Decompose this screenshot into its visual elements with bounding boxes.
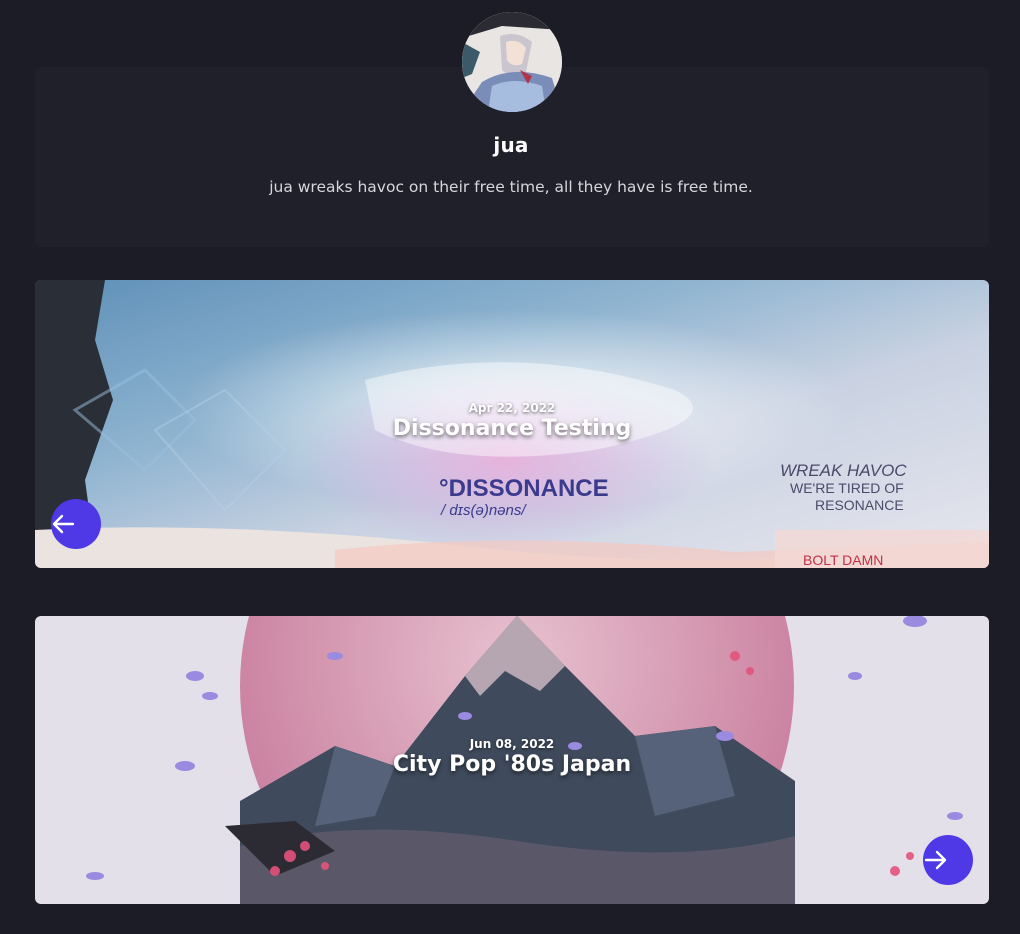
avatar-illustration <box>462 12 562 112</box>
post-card-dissonance-testing[interactable]: °DISSONANCE / dɪs(ə)nəns/ WREAK HAVOC WE… <box>35 280 989 568</box>
post-title[interactable]: Dissonance Testing <box>35 416 989 441</box>
arrow-right-icon <box>924 850 947 870</box>
carousel-prev-button[interactable] <box>51 499 101 549</box>
profile-bio: jua wreaks havoc on their free time, all… <box>269 178 753 196</box>
artwork-word: °DISSONANCE <box>439 475 609 502</box>
post-card-city-pop-80s-japan[interactable]: Jun 08, 2022 City Pop '80s Japan <box>35 616 989 904</box>
profile-username: jua <box>493 133 529 157</box>
avatar[interactable] <box>462 12 562 112</box>
artwork-slogan-line-3: RESONANCE <box>815 497 904 513</box>
post-date: Apr 22, 2022 <box>468 401 556 415</box>
artwork-phonetic: / dɪs(ə)nəns/ <box>440 502 527 519</box>
arrow-left-icon <box>52 514 75 534</box>
post-title[interactable]: City Pop '80s Japan <box>35 752 989 777</box>
artwork-slogan-line-2: WE'RE TIRED OF <box>790 480 904 496</box>
post-date: Jun 08, 2022 <box>469 737 555 751</box>
artwork-footer: BOLT DAMN <box>803 552 883 568</box>
artwork-slogan-line-1: WREAK HAVOC <box>780 461 907 480</box>
carousel-next-button[interactable] <box>923 835 973 885</box>
